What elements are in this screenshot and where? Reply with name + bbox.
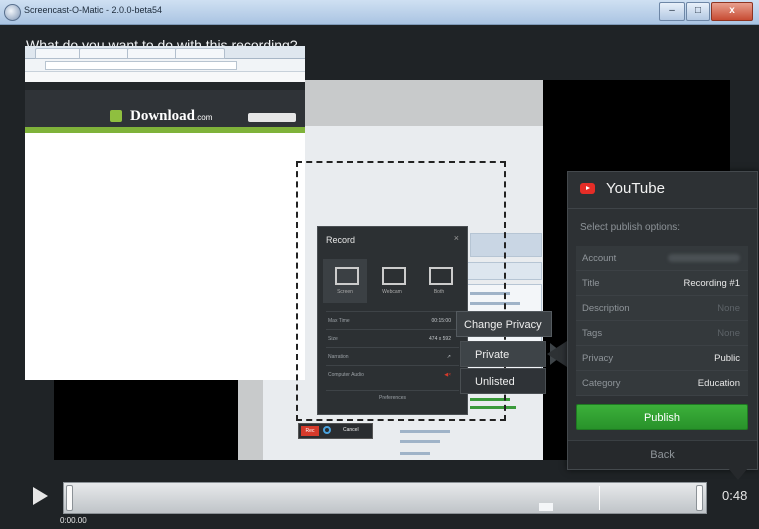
- trim-start-handle[interactable]: [66, 485, 73, 511]
- play-icon[interactable]: [33, 487, 48, 505]
- duration-label: 0:48: [722, 488, 748, 503]
- back-button[interactable]: Back: [568, 440, 757, 469]
- youtube-title: YouTube: [606, 180, 665, 197]
- rec-control-bar: Rec Cancel: [298, 423, 373, 439]
- gear-icon: [323, 426, 331, 434]
- site-logo: Download.com: [130, 108, 213, 124]
- webcam-option: Webcam: [370, 259, 414, 303]
- privacy-menu-header: Change Privacy: [456, 311, 552, 337]
- browser-tab: [79, 48, 129, 59]
- both-option: Both: [417, 259, 461, 303]
- privacy-row[interactable]: Privacy Public: [576, 346, 748, 371]
- account-row[interactable]: Account: [576, 246, 748, 271]
- site-nav: [25, 82, 305, 90]
- narration-row: Narration ↗: [326, 347, 459, 366]
- browser-tab: [35, 48, 81, 59]
- current-time: 0:00.00: [60, 516, 87, 525]
- playhead-marker[interactable]: [599, 486, 600, 510]
- timeline[interactable]: [63, 482, 707, 514]
- browser-tab-strip: [25, 46, 305, 59]
- publish-options-list: Account Title Recording #1 Description N…: [576, 246, 748, 396]
- microphone-icon: ↗: [446, 354, 451, 360]
- size-row: Size 474 x 592: [326, 329, 459, 348]
- description-row[interactable]: Description None: [576, 296, 748, 321]
- both-icon: [429, 267, 453, 285]
- publish-options-heading: Select publish options:: [580, 222, 681, 233]
- close-button[interactable]: x: [711, 2, 753, 21]
- cancel-label: Cancel: [343, 427, 359, 433]
- category-row[interactable]: Category Education: [576, 371, 748, 396]
- window-controls: – □ x: [658, 2, 753, 21]
- download-logo-icon: [110, 110, 122, 122]
- app-icon: [4, 4, 21, 21]
- preferences-link: Preferences: [326, 390, 459, 405]
- record-panel: Record × Screen Webcam Both Max Time 00:…: [317, 226, 468, 415]
- site-header-button: [248, 113, 296, 122]
- privacy-option-unlisted[interactable]: Unlisted: [460, 368, 546, 394]
- youtube-panel-pointer: [547, 341, 567, 367]
- content-line: [400, 430, 450, 433]
- browser-tab: [127, 48, 177, 59]
- maximize-button[interactable]: □: [686, 2, 710, 21]
- privacy-option-private[interactable]: Private: [460, 341, 546, 367]
- account-value-redacted: [668, 254, 740, 262]
- youtube-header: YouTube: [568, 172, 757, 209]
- max-time-row: Max Time 00:15:00: [326, 311, 459, 330]
- content-line: [400, 452, 430, 455]
- youtube-publish-panel: YouTube Select publish options: Account …: [567, 171, 758, 470]
- trim-end-handle[interactable]: [696, 485, 703, 511]
- title-row[interactable]: Title Recording #1: [576, 271, 748, 296]
- audio-waveform: [539, 503, 553, 511]
- window-titlebar: Screencast-O-Matic - 2.0.0-beta54 – □ x: [0, 0, 759, 25]
- site-body: [25, 127, 305, 380]
- youtube-logo-icon: [580, 183, 595, 194]
- window-title: Screencast-O-Matic - 2.0.0-beta54: [24, 5, 163, 15]
- speaker-icon: ◀×: [444, 372, 451, 378]
- rec-indicator: Rec: [301, 426, 319, 436]
- record-panel-title: Record: [326, 235, 356, 245]
- minimize-button[interactable]: –: [659, 2, 685, 21]
- computer-audio-row: Computer Audio ◀×: [326, 365, 459, 384]
- url-box: [45, 61, 237, 70]
- content-line: [400, 440, 440, 443]
- browser-address-bar: [25, 59, 305, 72]
- site-stripe: [25, 127, 305, 133]
- close-icon: ×: [453, 233, 459, 243]
- publish-button[interactable]: Publish: [576, 404, 748, 430]
- monitor-icon: [335, 267, 359, 285]
- tags-row[interactable]: Tags None: [576, 321, 748, 346]
- screen-option: Screen: [323, 259, 367, 303]
- browser-tab: [175, 48, 225, 59]
- panel-down-pointer: [728, 468, 748, 480]
- privacy-menu: Change Privacy Private Unlisted: [456, 311, 552, 394]
- webcam-icon: [382, 267, 406, 285]
